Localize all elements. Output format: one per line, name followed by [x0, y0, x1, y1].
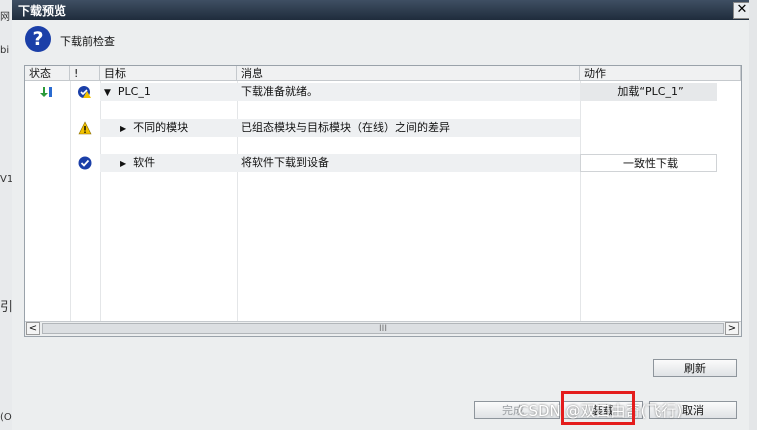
column-divider	[580, 81, 581, 321]
horizontal-scrollbar[interactable]: < III >	[25, 321, 741, 336]
download-preview-dialog: 下载预览 ✕ ? 下载前检查 状态 ! 目标 消息 动作 ▼ PLC_1 下载准…	[12, 0, 757, 430]
header-status[interactable]: 状态	[25, 66, 70, 81]
dialog-title: 下载预览	[18, 4, 67, 18]
expander-icon[interactable]: ▶	[120, 159, 126, 168]
scroll-left-button[interactable]: <	[26, 322, 40, 335]
target-name: 不同的模块	[133, 121, 189, 134]
action-select[interactable]: 加载“PLC_1”	[580, 83, 717, 101]
warning-icon	[78, 121, 92, 135]
background-fragment: (O	[0, 412, 12, 423]
check-icon	[78, 156, 92, 170]
background-fragment: ⽹	[0, 12, 10, 23]
message-text: 将软件下载到设备	[237, 154, 580, 172]
expander-icon[interactable]: ▶	[120, 124, 126, 133]
question-icon: ?	[25, 26, 51, 52]
table-row[interactable]: ▶ 软件 将软件下载到设备 一致性下载	[25, 154, 741, 172]
close-icon: ✕	[736, 2, 748, 17]
action-select[interactable]: 一致性下载	[580, 154, 717, 172]
target-name: 软件	[133, 156, 156, 169]
highlight-box	[561, 391, 635, 425]
download-arrow-icon	[40, 87, 52, 97]
header-flag[interactable]: !	[70, 66, 100, 81]
column-divider	[100, 81, 101, 321]
header-target[interactable]: 目标	[100, 66, 237, 81]
table-row[interactable]: ▶ 不同的模块 已组态模块与目标模块（在线）之间的差异	[25, 119, 741, 137]
table-row[interactable]: ▼ PLC_1 下载准备就绪。 加载“PLC_1”	[25, 83, 741, 101]
title-bar[interactable]: 下载预览 ✕	[12, 0, 757, 20]
target-name: PLC_1	[117, 85, 151, 98]
background-window-edge	[749, 0, 757, 430]
column-divider	[237, 81, 238, 321]
action-cell	[580, 119, 741, 137]
check-warning-icon	[78, 86, 91, 98]
scroll-thumb[interactable]: III	[42, 323, 724, 334]
message-text: 已组态模块与目标模块（在线）之间的差异	[237, 119, 580, 137]
refresh-button[interactable]: 刷新	[653, 359, 737, 377]
dialog-subtitle: 下载前检查	[60, 35, 115, 48]
column-divider	[70, 81, 71, 321]
header-message[interactable]: 消息	[237, 66, 580, 81]
message-text: 下载准备就绪。	[237, 83, 580, 101]
header-action[interactable]: 动作	[580, 66, 741, 81]
check-table: 状态 ! 目标 消息 动作 ▼ PLC_1 下载准备就绪。 加载“PLC_1”	[24, 65, 742, 337]
expander-icon[interactable]: ▼	[104, 88, 111, 98]
scroll-right-button[interactable]: >	[725, 322, 739, 335]
background-fragment: bi	[0, 45, 10, 56]
